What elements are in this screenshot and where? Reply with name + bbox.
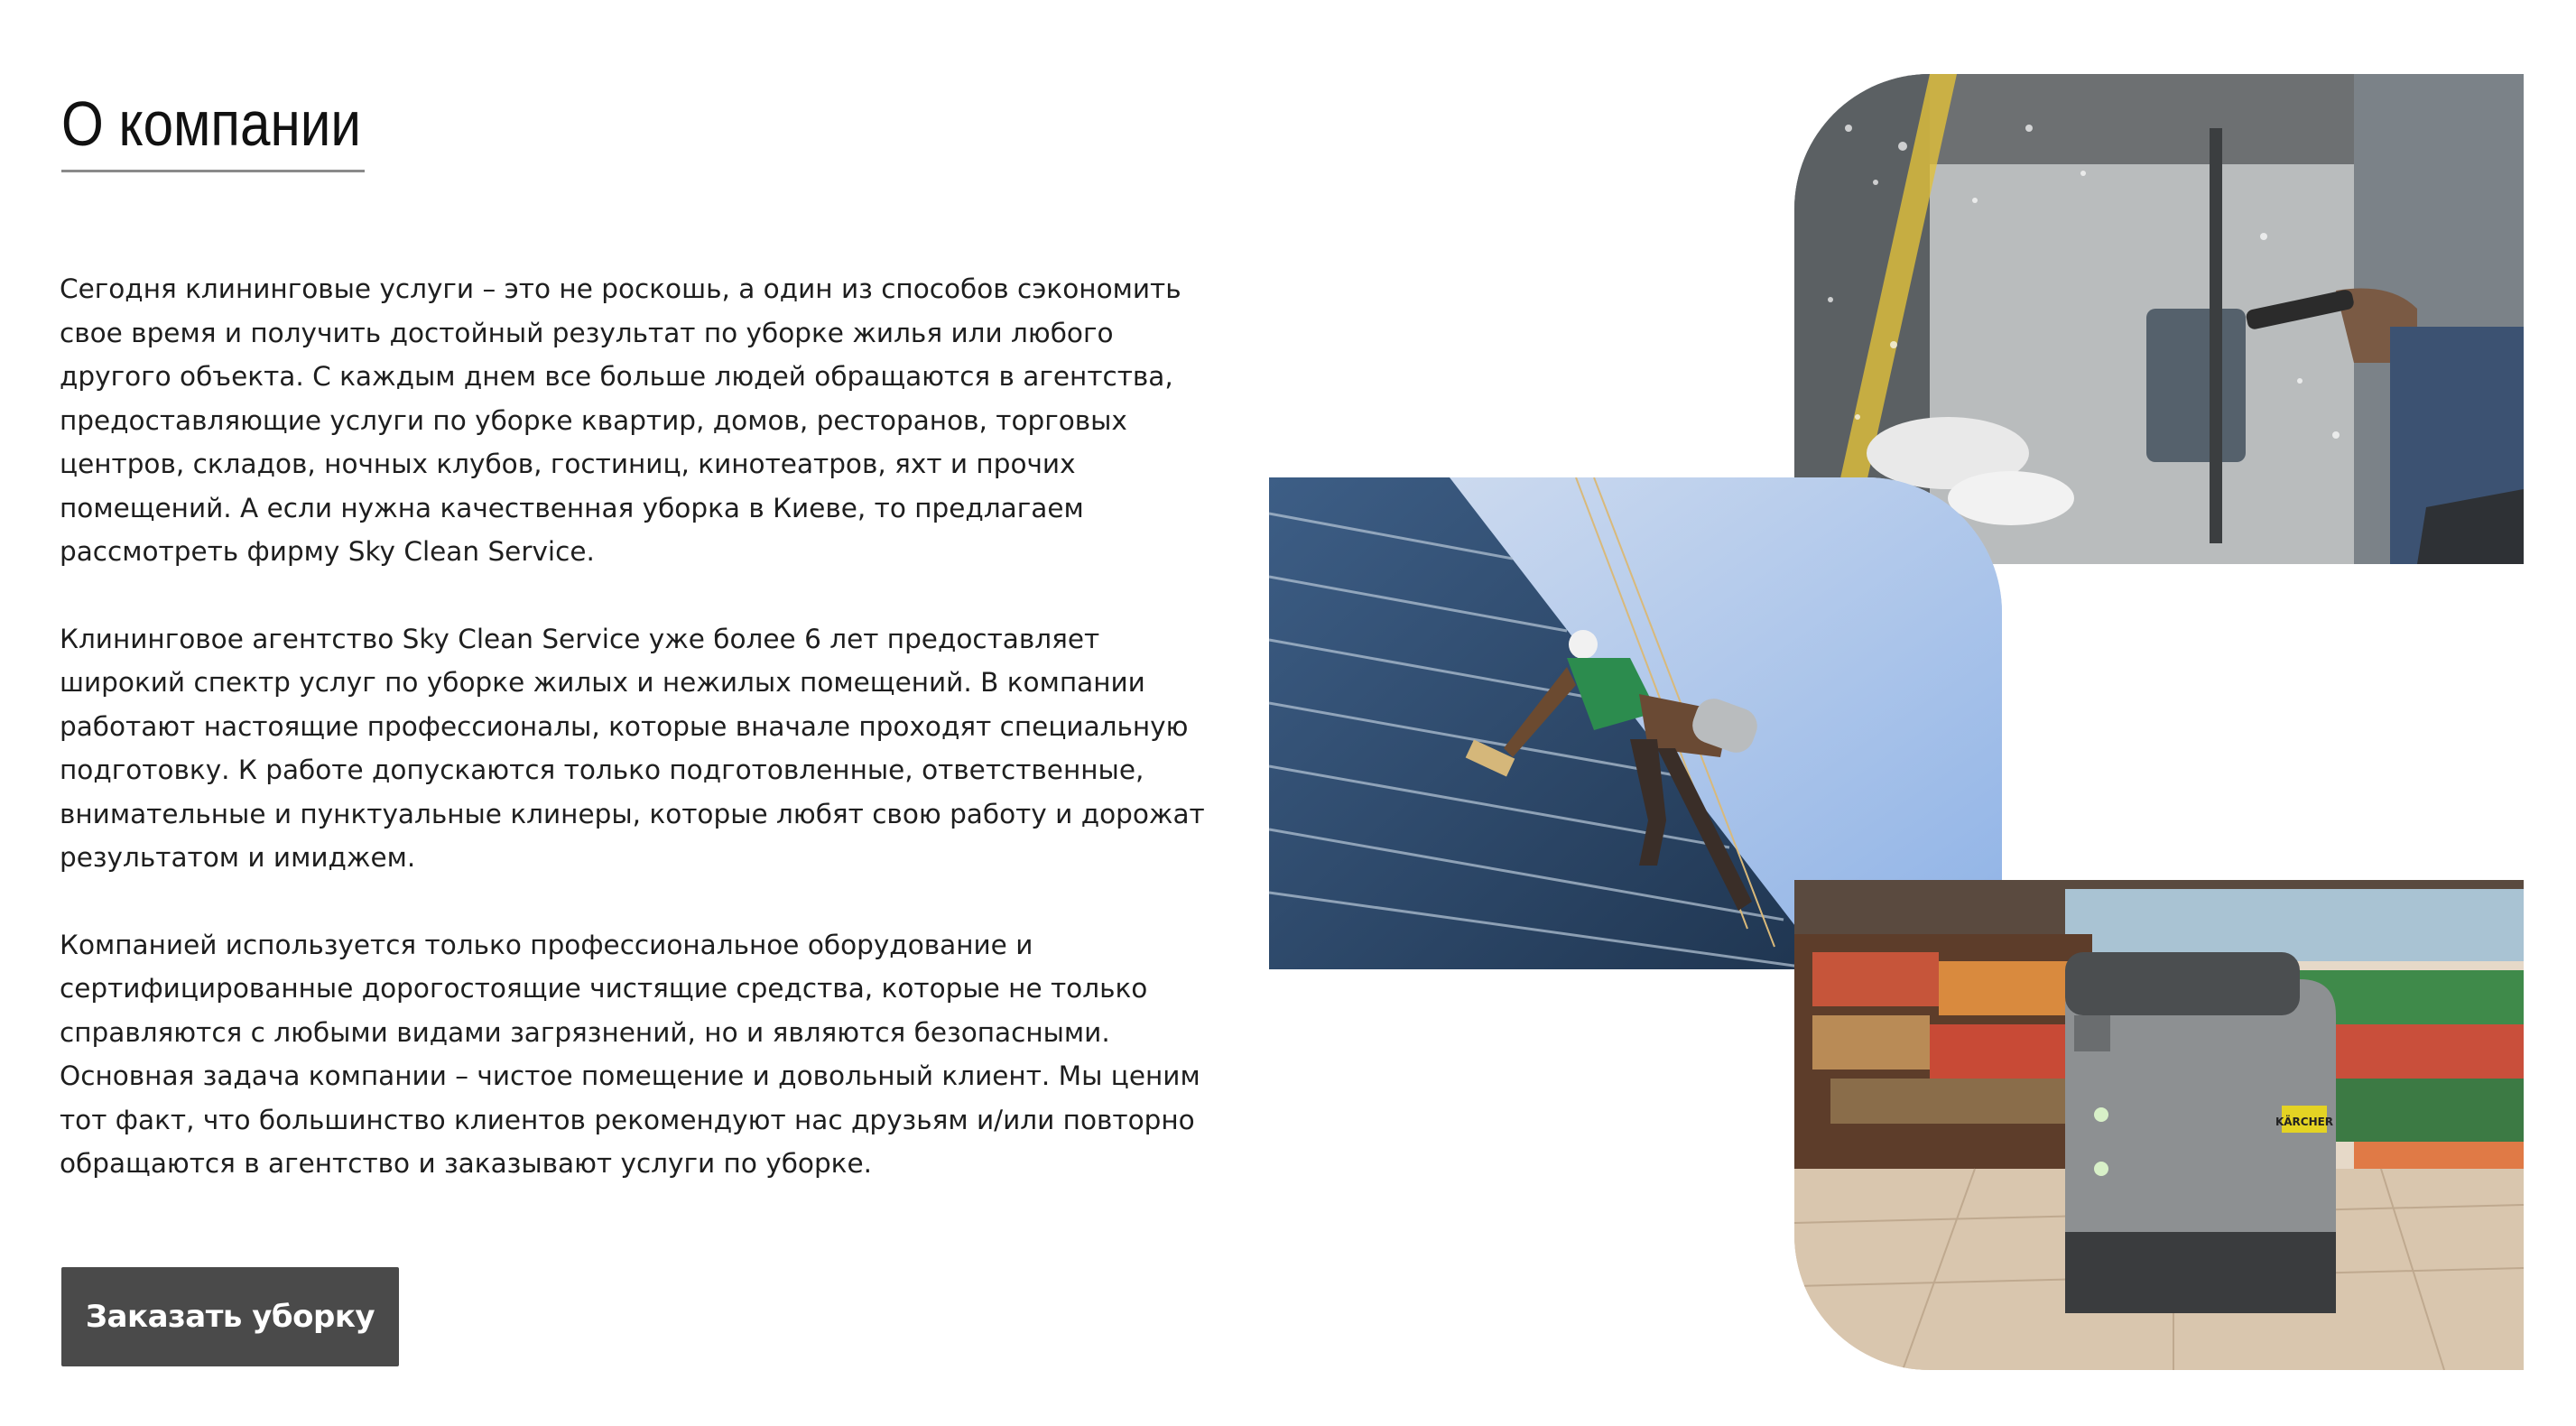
floor-scrubber-photo: KÄRCHER <box>1794 880 2524 1370</box>
about-paragraph-3: Компанией используется только профессион… <box>60 929 1200 1180</box>
about-text: Сегодня клининговые услуги – это не роск… <box>60 267 1224 1229</box>
page-title: О компании <box>61 88 362 159</box>
about-paragraph-1: Сегодня клининговые услуги – это не роск… <box>60 273 1181 567</box>
machine-brand-label: KÄRCHER <box>2275 1115 2333 1128</box>
title-underline <box>61 170 365 172</box>
about-paragraph-2: Клининговое агентство Sky Clean Service … <box>60 623 1205 874</box>
order-cleaning-button[interactable]: Заказать уборку <box>61 1267 399 1366</box>
